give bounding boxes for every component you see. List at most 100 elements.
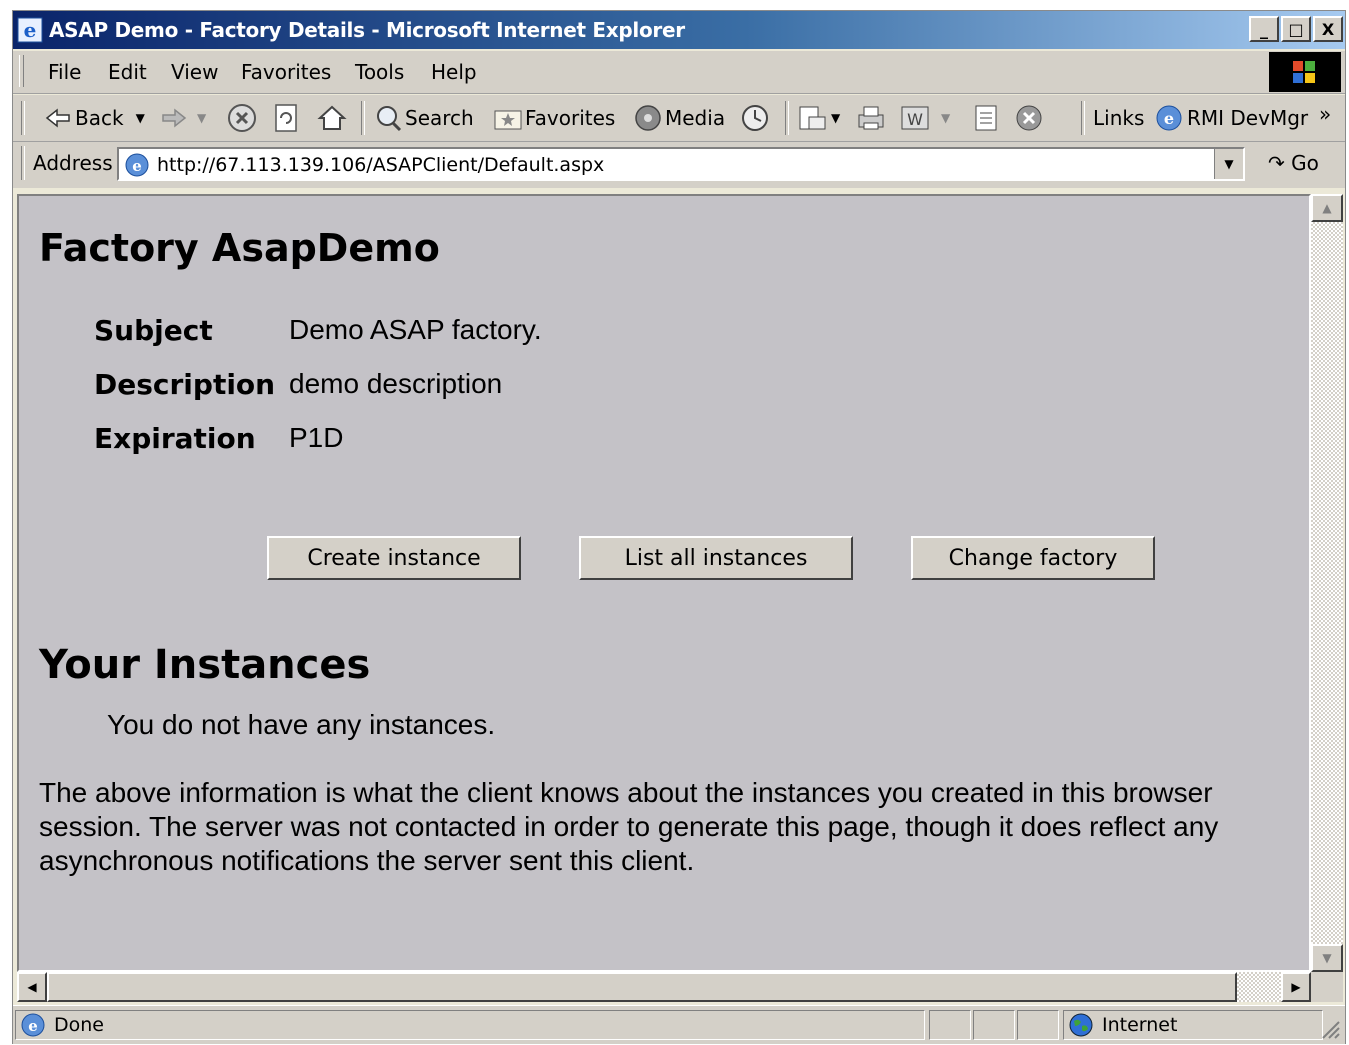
toolbar-separator-2 (785, 101, 789, 135)
menu-favorites[interactable]: Favorites (241, 60, 331, 84)
minimize-button[interactable]: _ (1249, 16, 1279, 42)
print-icon (858, 106, 884, 130)
messenger-icon (1016, 105, 1042, 131)
horizontal-scrollbar[interactable]: ◀ ▶ (17, 972, 1311, 1002)
menu-view[interactable]: View (171, 60, 218, 84)
expiration-value: P1D (289, 422, 344, 453)
no-instances-text: You do not have any instances. (107, 709, 496, 740)
rmi-devmgr-link[interactable]: e RMI DevMgr (1155, 101, 1308, 135)
zone-text: Internet (1102, 1014, 1178, 1036)
chevron-icon: » (1319, 102, 1332, 126)
status-text: Done (54, 1014, 104, 1036)
back-label: Back (75, 106, 124, 130)
svg-text:W: W (907, 110, 923, 129)
favorites-button[interactable]: Favorites (493, 101, 615, 135)
page-content: Factory AsapDemo Subject Demo ASAP facto… (17, 194, 1311, 972)
address-dropdown-icon[interactable]: ▼ (1214, 149, 1243, 179)
edit-dropdown-icon[interactable]: ▼ (941, 111, 950, 125)
scroll-left-icon[interactable]: ◀ (17, 972, 47, 1002)
home-icon (317, 105, 347, 130)
menu-tools[interactable]: Tools (355, 60, 404, 84)
toolbar-grip[interactable] (21, 101, 25, 135)
mail-icon (799, 106, 826, 130)
home-button[interactable] (317, 101, 347, 135)
edit-button[interactable]: W ▼ (899, 101, 950, 135)
title-bar[interactable]: e ASAP Demo - Factory Details - Microsof… (13, 11, 1345, 49)
favorites-label: Favorites (525, 106, 616, 130)
forward-dropdown-icon[interactable]: ▼ (197, 111, 206, 125)
scroll-down-icon[interactable]: ▼ (1311, 944, 1343, 972)
address-input[interactable]: e http://67.113.139.106/ASAPClient/Defau… (117, 147, 1245, 181)
search-label: Search (405, 106, 474, 130)
messenger-button[interactable] (1013, 101, 1045, 135)
subject-label: Subject (94, 314, 213, 347)
scroll-up-icon[interactable]: ▲ (1311, 194, 1343, 222)
close-icon: X (1321, 19, 1335, 39)
minimize-icon: _ (1260, 19, 1268, 39)
discuss-button[interactable] (971, 101, 1001, 135)
stop-icon (228, 104, 256, 132)
mail-dropdown-icon[interactable]: ▼ (831, 111, 840, 125)
search-button[interactable]: Search (373, 101, 474, 135)
menu-file[interactable]: File (48, 60, 81, 84)
status-pane-3 (1017, 1010, 1059, 1040)
description-label: Description (94, 368, 276, 401)
media-label: Media (665, 106, 726, 130)
links-label-container[interactable]: Links (1093, 101, 1144, 135)
horizontal-scroll-thumb[interactable] (47, 972, 1237, 1002)
svg-text:e: e (28, 1017, 38, 1035)
close-button[interactable]: X (1313, 16, 1343, 42)
standard-toolbar: Back ▼ ▼ Search Favorites Media ▼ W ▼ Li… (13, 95, 1345, 142)
svg-text:e: e (132, 157, 142, 175)
refresh-icon (275, 104, 297, 132)
print-button[interactable] (855, 101, 887, 135)
menu-edit[interactable]: Edit (108, 60, 147, 84)
forward-button[interactable]: ▼ (161, 101, 206, 135)
change-factory-button[interactable]: Change factory (911, 536, 1155, 580)
menu-help[interactable]: Help (431, 60, 477, 84)
scroll-right-icon[interactable]: ▶ (1281, 972, 1311, 1002)
ie-app-icon: e (17, 17, 43, 43)
forward-arrow-icon (162, 108, 187, 128)
maximize-icon: □ (1288, 19, 1304, 39)
svg-text:e: e (1164, 109, 1174, 128)
list-all-instances-button[interactable]: List all instances (579, 536, 853, 580)
expiration-label: Expiration (94, 422, 256, 455)
info-paragraph-line-1: The above information is what the client… (39, 777, 1213, 808)
resize-grip-icon[interactable] (1317, 1016, 1341, 1040)
windows-logo-icon (1269, 52, 1341, 92)
address-grip[interactable] (21, 146, 25, 180)
stop-button[interactable] (227, 101, 257, 135)
svg-text:e: e (24, 18, 37, 42)
menu-bar: File Edit View Favorites Tools Help (13, 51, 1345, 94)
factory-heading: Factory AsapDemo (39, 226, 440, 270)
discuss-icon (975, 105, 997, 131)
mail-button[interactable]: ▼ (797, 101, 840, 135)
toolbar-chevron[interactable]: » (1319, 97, 1331, 131)
address-label: Address (33, 151, 113, 175)
create-instance-button[interactable]: Create instance (267, 536, 521, 580)
maximize-button[interactable]: □ (1281, 16, 1311, 42)
info-paragraph-line-3: asynchronous notifications the server se… (39, 845, 695, 876)
history-button[interactable] (739, 101, 771, 135)
history-icon (742, 105, 768, 131)
go-arrow-icon: ↷ (1268, 151, 1285, 175)
media-button[interactable]: Media (633, 101, 725, 135)
status-zone-pane: Internet (1063, 1010, 1323, 1040)
refresh-button[interactable] (273, 101, 299, 135)
toolbar-separator (361, 101, 365, 135)
back-dropdown-icon[interactable]: ▼ (136, 111, 145, 125)
page-icon: e (125, 153, 149, 177)
info-paragraph-line-2: session. The server was not contacted in… (39, 811, 1219, 842)
favorites-star-icon (494, 110, 522, 130)
menu-grip[interactable] (19, 55, 24, 87)
scrollbar-corner (1311, 972, 1343, 1002)
back-button[interactable]: Back ▼ (45, 101, 145, 135)
vertical-scrollbar[interactable]: ▲ ▼ (1311, 194, 1343, 972)
status-page-icon: e (21, 1013, 45, 1037)
go-button[interactable]: ↷ Go (1268, 151, 1319, 175)
word-edit-icon: W (901, 106, 929, 130)
window-title: ASAP Demo - Factory Details - Microsoft … (49, 18, 685, 42)
status-main-pane: e Done (15, 1010, 925, 1040)
address-url[interactable]: http://67.113.139.106/ASAPClient/Default… (157, 154, 604, 176)
